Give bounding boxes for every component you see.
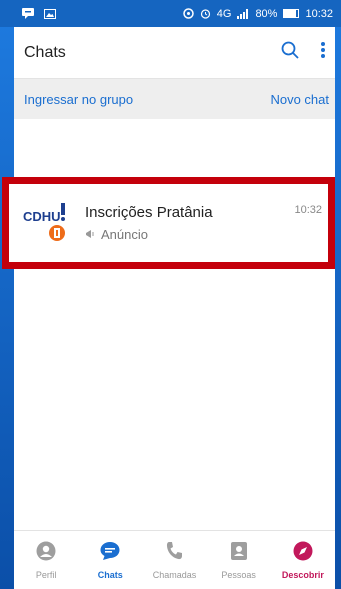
- avatar: CDHU: [23, 200, 69, 246]
- contacts-icon: [229, 541, 249, 566]
- chat-list: CDHU Inscrições Pratânia Anúncio 10:32: [2, 119, 335, 530]
- new-chat-link[interactable]: Novo chat: [270, 92, 329, 107]
- network-type: 4G: [216, 7, 232, 20]
- chat-app: Chats Ingressar no grupo Novo chat CDHU: [2, 27, 335, 589]
- bottom-nav: Perfil Chats Chamadas Pessoas Descobrir: [14, 530, 335, 589]
- image-notification-icon: [44, 8, 56, 19]
- chats-icon: [99, 541, 121, 566]
- chat-time: 10:32: [294, 204, 322, 216]
- more-options-icon[interactable]: [321, 42, 325, 63]
- app-bar: Chats: [14, 27, 335, 79]
- phone-icon: [165, 541, 183, 566]
- background-right: [335, 0, 341, 589]
- clock: 10:32: [305, 7, 333, 20]
- list-item[interactable]: CDHU Inscrições Pratânia Anúncio 10:32: [2, 177, 335, 269]
- background-left: [0, 0, 14, 589]
- chat-name: Inscrições Pratânia: [85, 204, 213, 221]
- avatar-text: CDHU: [23, 209, 61, 224]
- actions-bar: Ingressar no grupo Novo chat: [14, 79, 335, 119]
- status-bar: 4G 80% 10:32: [0, 0, 341, 27]
- nav-calls[interactable]: Chamadas: [142, 541, 206, 580]
- profile-icon: [36, 541, 56, 566]
- nav-people[interactable]: Pessoas: [207, 541, 271, 580]
- alarm-icon: [200, 8, 211, 19]
- join-group-link[interactable]: Ingressar no grupo: [24, 92, 133, 107]
- nav-chats-label: Chats: [97, 569, 123, 580]
- battery-percent: 80%: [255, 7, 278, 20]
- sync-icon: [183, 8, 194, 19]
- nav-discover-label: Descobrir: [281, 569, 324, 580]
- chat-notification-icon: [22, 8, 34, 19]
- nav-profile[interactable]: Perfil: [14, 541, 78, 580]
- megaphone-icon: [85, 227, 97, 242]
- page-title: Chats: [24, 43, 66, 61]
- nav-discover[interactable]: Descobrir: [271, 541, 335, 580]
- search-icon[interactable]: [281, 41, 299, 64]
- chat-subtitle: Anúncio: [101, 227, 148, 242]
- signal-icon: [237, 8, 249, 19]
- nav-people-label: Pessoas: [221, 569, 256, 580]
- nav-calls-label: Chamadas: [152, 569, 197, 580]
- battery-icon: [283, 9, 300, 18]
- nav-profile-label: Perfil: [35, 569, 57, 580]
- compass-icon: [293, 541, 313, 566]
- nav-chats[interactable]: Chats: [78, 541, 142, 580]
- cdhu-logo-icon: CDHU: [23, 203, 65, 241]
